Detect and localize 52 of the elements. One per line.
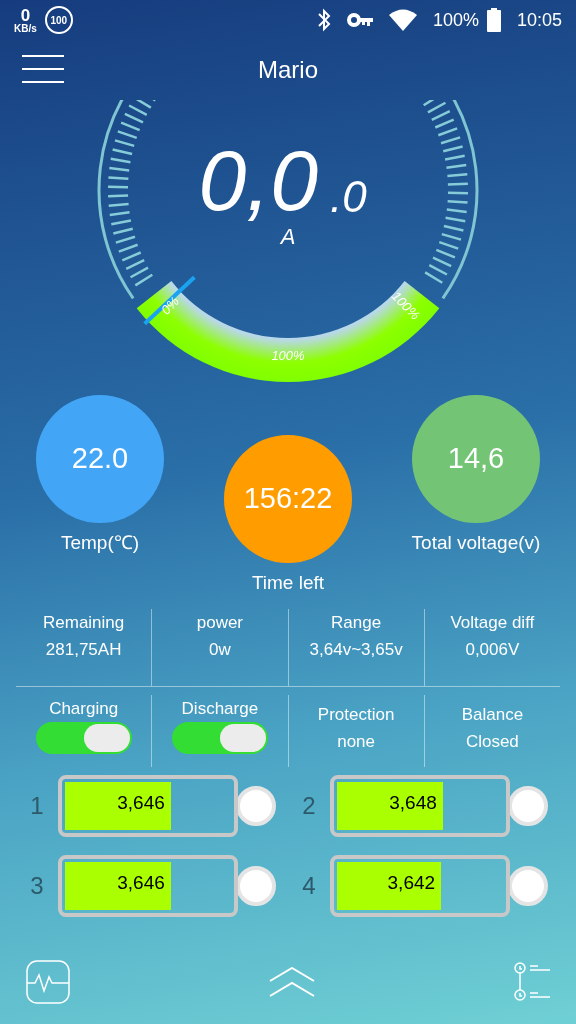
wifi-icon xyxy=(388,9,417,31)
balance-indicator xyxy=(236,866,276,906)
expand-up-icon[interactable] xyxy=(269,967,315,997)
stat-circle: 14,6 xyxy=(412,395,540,523)
bluetooth-icon xyxy=(316,8,331,32)
stat-label: Time left xyxy=(251,571,325,595)
toggle-switch[interactable] xyxy=(35,722,132,755)
cell-voltage: 3,648 xyxy=(389,792,437,815)
current-decimal: .0 xyxy=(330,172,367,221)
status-title: Protection xyxy=(317,704,395,726)
status-value: none xyxy=(337,731,376,754)
stat-title: Voltage diff xyxy=(449,612,536,634)
cell-number: 4 xyxy=(301,871,317,901)
key-icon xyxy=(346,13,373,27)
cell-number: 1 xyxy=(29,791,45,821)
stat-value: 0w xyxy=(208,639,232,662)
clock: 10:05 xyxy=(516,8,562,32)
stat-value: 281,75AH xyxy=(44,639,123,662)
device-title: Mario xyxy=(258,55,318,85)
cell-voltage: 3,646 xyxy=(117,792,165,815)
battery-icon xyxy=(486,8,501,32)
net-speed-unit: KB/s xyxy=(14,23,37,34)
toggle-switch[interactable] xyxy=(171,722,268,755)
stat-title: Remaining xyxy=(42,612,126,634)
status-value: Closed xyxy=(465,731,519,754)
gauge-scale-label: 0% xyxy=(158,293,183,318)
cell-number: 3 xyxy=(29,871,45,901)
stat-label: Total voltage(v) xyxy=(411,531,541,555)
cell-voltage: 3,642 xyxy=(387,872,436,895)
gauge-scale-label: 100% xyxy=(271,348,305,363)
stat-value: 0,006V xyxy=(464,639,521,662)
cell-voltage: 3,646 xyxy=(117,872,165,895)
stat-title: Range xyxy=(330,612,383,634)
stat-label: Temp(℃) xyxy=(60,531,140,555)
stat-circle: 22.0 xyxy=(36,395,164,523)
switch-label: Discharge xyxy=(181,698,259,720)
status-title: Balance xyxy=(461,704,524,726)
battery-percent: 100% xyxy=(432,8,479,32)
switch-label: Charging xyxy=(49,698,119,720)
timeline-icon[interactable] xyxy=(514,962,552,1002)
cell-number: 2 xyxy=(301,791,317,821)
net-speed: 0 xyxy=(20,6,31,24)
menu-button[interactable] xyxy=(22,54,64,84)
activity-icon[interactable] xyxy=(26,960,70,1004)
gauge-needle xyxy=(143,275,196,326)
stat-value: 3,64v~3,65v xyxy=(308,639,404,662)
balance-indicator xyxy=(508,866,548,906)
stat-title: power xyxy=(195,612,245,634)
balance-indicator xyxy=(508,786,548,826)
notification-badge: 100 xyxy=(44,6,73,34)
balance-indicator xyxy=(236,786,276,826)
stat-circle: 156:22 xyxy=(224,435,352,563)
